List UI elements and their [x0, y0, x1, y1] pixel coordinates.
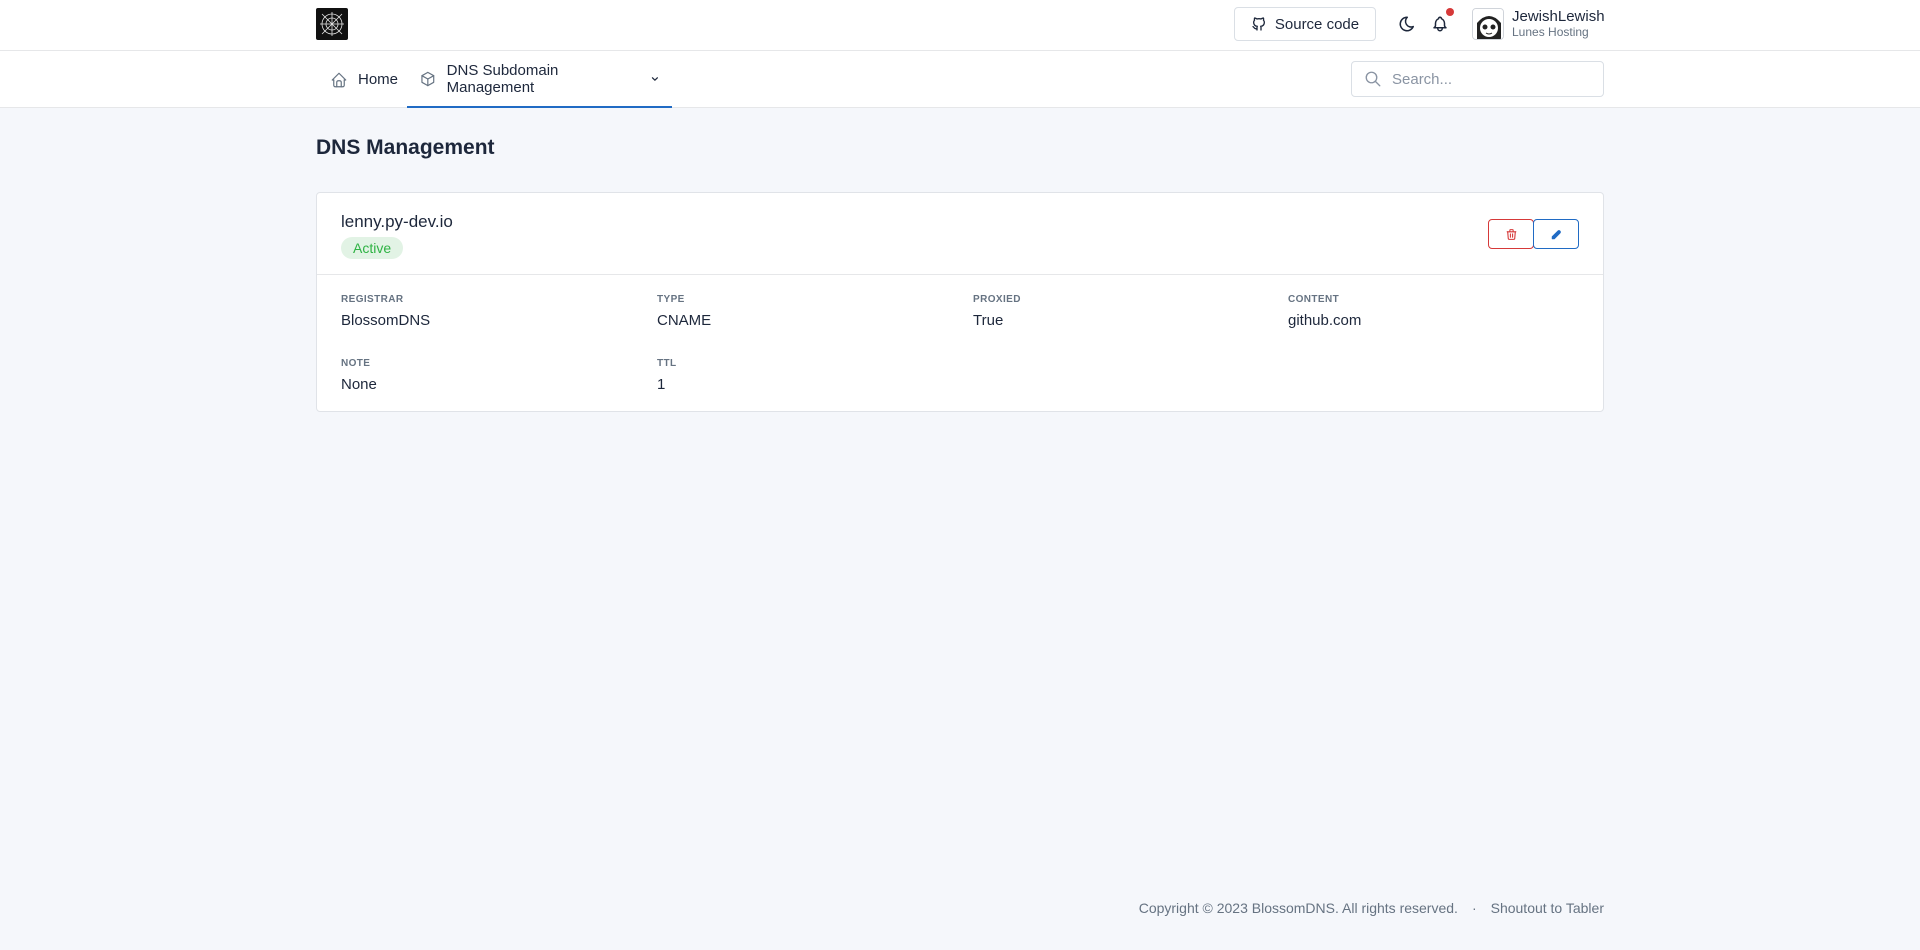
field-note: NOTE None [341, 358, 377, 394]
field-value: None [341, 376, 377, 393]
field-ttl: TTL 1 [657, 358, 677, 394]
delete-button[interactable] [1488, 219, 1534, 249]
logo-icon [320, 12, 344, 36]
nav-home[interactable]: Home [318, 51, 410, 108]
source-code-button[interactable]: Source code [1234, 7, 1376, 41]
footer-separator: · [1471, 900, 1477, 916]
field-value: True [973, 312, 1004, 329]
search-input[interactable] [1392, 70, 1592, 88]
status-badge: Active [341, 237, 404, 259]
dark-mode-toggle[interactable] [1396, 13, 1418, 35]
top-header: Source code JewishLewish Lunes Hosting [0, 0, 1920, 51]
field-label: NOTE [341, 358, 371, 369]
field-registrar: REGISTRAR BlossomDNS [341, 294, 430, 330]
edit-button[interactable] [1533, 219, 1579, 249]
bell-icon [1433, 16, 1447, 32]
tabler-link[interactable]: Shoutout to Tabler [1491, 900, 1604, 916]
search-box[interactable] [1351, 61, 1604, 97]
search-icon [1365, 71, 1381, 87]
field-proxied: PROXIED True [973, 294, 1021, 330]
field-value: github.com [1288, 312, 1362, 329]
field-label: REGISTRAR [341, 294, 404, 305]
github-icon [1252, 17, 1265, 31]
field-value: BlossomDNS [341, 312, 431, 329]
field-value: CNAME [657, 312, 712, 329]
nav-home-label: Home [358, 71, 399, 88]
navbar: Home DNS Subdomain Management [0, 51, 1920, 108]
field-label: TTL [657, 358, 677, 369]
field-label: CONTENT [1288, 294, 1340, 305]
avatar [1472, 8, 1504, 40]
field-label: TYPE [657, 294, 685, 305]
user-menu[interactable]: JewishLewish Lunes Hosting [1472, 7, 1605, 41]
domain-name: lenny.py-dev.io [341, 212, 453, 231]
avatar-icon [1473, 9, 1503, 39]
user-name: JewishLewish [1512, 8, 1605, 25]
logo[interactable] [316, 8, 348, 40]
dns-record-card: lenny.py-dev.io Active REGISTRAR Blossom… [316, 192, 1604, 412]
card-header: lenny.py-dev.io Active [317, 193, 1603, 275]
notification-badge [1446, 8, 1454, 16]
field-value: 1 [657, 376, 666, 393]
source-code-label: Source code [1274, 15, 1360, 33]
footer: Copyright © 2023 BlossomDNS. All rights … [1139, 900, 1604, 916]
page-title: DNS Management [316, 136, 495, 159]
home-icon [331, 72, 347, 87]
trash-icon [1506, 228, 1516, 240]
field-content: CONTENT github.com [1288, 294, 1361, 330]
user-subtitle: Lunes Hosting [1512, 25, 1589, 39]
package-icon [421, 71, 435, 86]
field-type: TYPE CNAME [657, 294, 711, 330]
moon-icon [1399, 16, 1414, 32]
nav-dns-label: DNS Subdomain Management [446, 61, 559, 96]
notifications-button[interactable] [1429, 13, 1451, 35]
pencil-icon [1551, 229, 1561, 239]
nav-dns-subdomain-management[interactable]: DNS Subdomain Management [407, 51, 672, 108]
copyright-text: Copyright © 2023 BlossomDNS. All rights … [1138, 900, 1458, 916]
field-label: PROXIED [973, 294, 1021, 305]
chevron-down-icon [652, 76, 659, 81]
